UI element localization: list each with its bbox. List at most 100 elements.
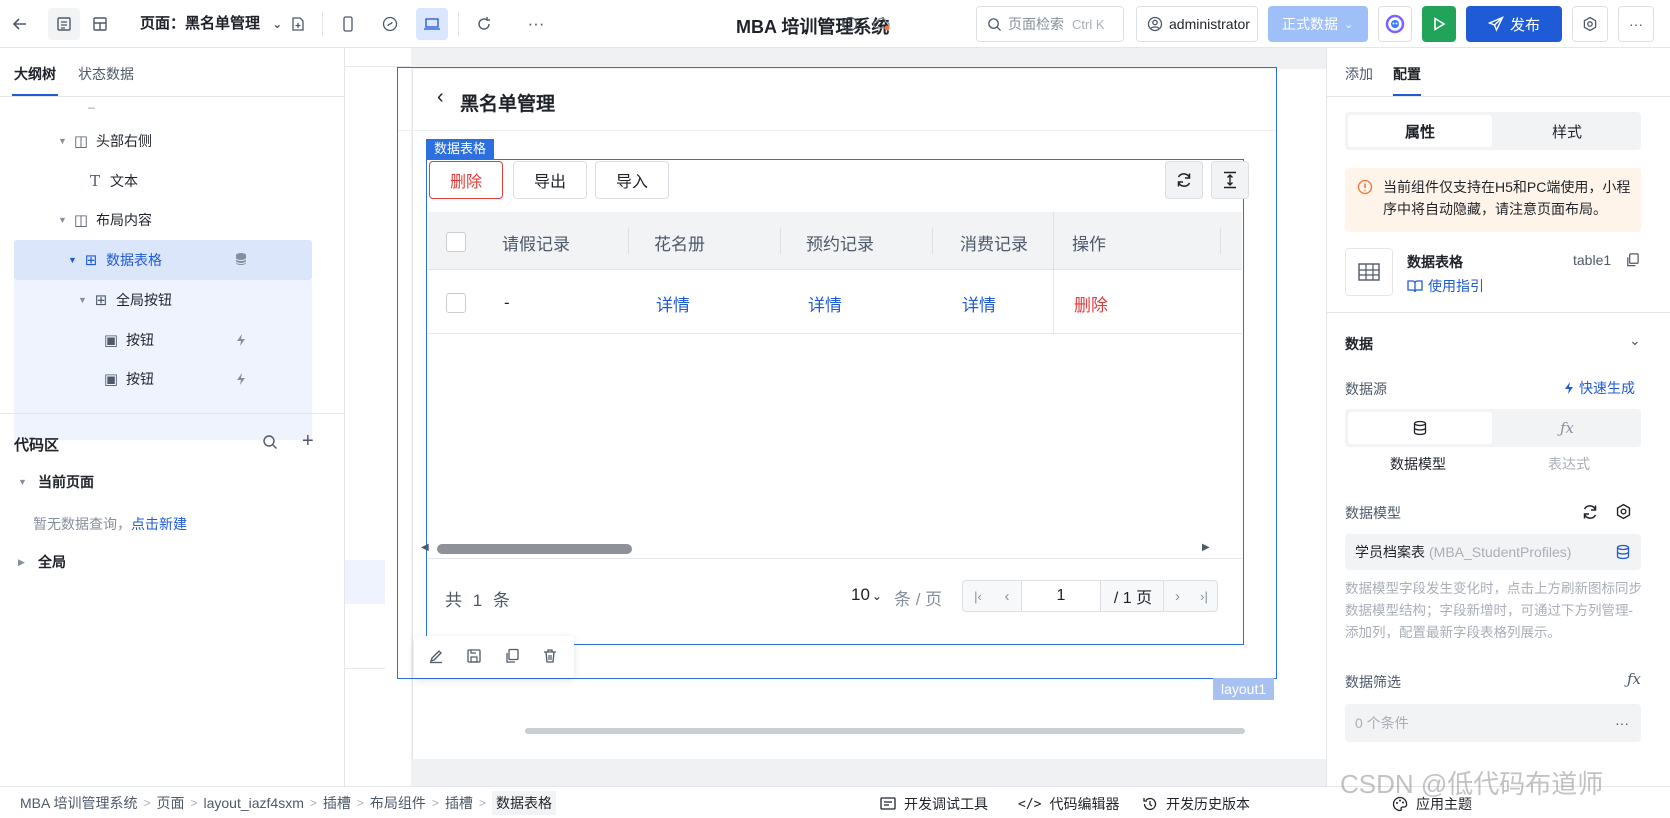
database-icon[interactable]: [234, 252, 248, 269]
tab-outline-tree[interactable]: 大纲树: [14, 64, 56, 84]
dev-tools-button[interactable]: 开发调试工具: [880, 794, 988, 814]
add-page-icon[interactable]: [282, 8, 314, 40]
tree-item-button[interactable]: ▣ 按钮: [102, 320, 154, 360]
export-button[interactable]: 导出: [513, 161, 587, 199]
tab-config[interactable]: 配置: [1393, 64, 1421, 84]
page-list-icon[interactable]: [48, 8, 80, 40]
refresh-icon[interactable]: [468, 8, 500, 40]
refresh-icon[interactable]: [1581, 503, 1599, 524]
detail-link[interactable]: 详情: [808, 270, 842, 336]
detail-link[interactable]: 详情: [962, 270, 996, 336]
breadcrumb-item[interactable]: 插槽: [323, 793, 351, 813]
first-page-icon[interactable]: |‹: [963, 581, 993, 611]
publish-button[interactable]: 发布: [1466, 6, 1562, 42]
breadcrumb-item-current[interactable]: 数据表格: [491, 790, 556, 815]
scroll-left-arrow-icon[interactable]: ◀: [421, 542, 429, 553]
data-model-select[interactable]: 学员档案表 (MBA_StudentProfiles): [1345, 534, 1641, 570]
last-page-icon[interactable]: ›|: [1191, 581, 1217, 611]
select-all-checkbox[interactable]: [446, 212, 466, 272]
breadcrumb-item[interactable]: layout_iazf4sxm: [204, 795, 304, 811]
tree-truncated-marker: –: [88, 100, 95, 114]
cell-leave-record: -: [504, 293, 510, 312]
column-header[interactable]: 请假记录: [502, 212, 570, 272]
run-button[interactable]: [1422, 6, 1456, 42]
user-button[interactable]: administrator: [1136, 6, 1258, 42]
copy-icon[interactable]: [504, 648, 520, 667]
prev-page-icon[interactable]: ‹: [993, 581, 1021, 611]
event-bolt-icon[interactable]: [234, 333, 248, 350]
usage-guide-link[interactable]: 使用指引: [1407, 276, 1484, 296]
page-search-input[interactable]: 页面检索 Ctrl K: [976, 6, 1124, 42]
tab-state-data[interactable]: 状态数据: [78, 64, 134, 84]
trash-icon[interactable]: [542, 648, 558, 667]
gear-icon[interactable]: [1615, 503, 1632, 523]
search-icon[interactable]: [262, 434, 278, 453]
subtab-style[interactable]: 样式: [1495, 115, 1639, 147]
subtab-properties[interactable]: 属性: [1348, 115, 1492, 147]
detail-link[interactable]: 详情: [656, 270, 690, 336]
event-bolt-icon[interactable]: [234, 372, 248, 389]
search-placeholder: 页面检索: [1008, 16, 1064, 32]
tab-add[interactable]: 添加: [1345, 64, 1373, 84]
row-height-button[interactable]: [1211, 161, 1249, 199]
global-group[interactable]: ▶ 全局: [18, 542, 66, 582]
ai-assistant-button[interactable]: [1378, 6, 1412, 42]
next-page-icon[interactable]: ›: [1163, 581, 1191, 611]
column-header[interactable]: 操作: [1072, 212, 1106, 272]
horizontal-scrollbar-thumb[interactable]: [437, 544, 632, 554]
datasource-model-option[interactable]: [1348, 412, 1492, 444]
delete-button[interactable]: 删除: [429, 161, 503, 199]
history-button[interactable]: 开发历史版本: [1142, 794, 1250, 814]
column-header[interactable]: 花名册: [654, 212, 705, 272]
more-horizontal-icon[interactable]: ···: [1615, 715, 1629, 731]
code-editor-button[interactable]: </> 代码编辑器: [1018, 794, 1119, 814]
env-selector[interactable]: 正式数据 ⌄: [1268, 6, 1368, 42]
import-button[interactable]: 导入: [595, 161, 669, 199]
copy-icon[interactable]: [1625, 252, 1640, 271]
canvas-scrollbar-thumb[interactable]: [525, 728, 1245, 734]
quick-generate-link[interactable]: 快速生成: [1563, 378, 1635, 398]
total-value: 1: [472, 591, 483, 610]
add-icon[interactable]: +: [302, 430, 314, 453]
page-back-icon[interactable]: ‹: [437, 86, 444, 109]
tree-item-button[interactable]: ▣ 按钮: [102, 359, 154, 399]
info-icon[interactable]: [834, 8, 866, 40]
pc-view-icon[interactable]: [416, 8, 448, 40]
page-input[interactable]: 1: [1021, 581, 1101, 611]
back-arrow-icon[interactable]: [4, 8, 36, 40]
more-horizontal-icon[interactable]: ···: [520, 8, 552, 40]
save-icon[interactable]: [466, 648, 482, 667]
breadcrumb-item[interactable]: 页面: [156, 793, 184, 813]
column-header[interactable]: 消费记录: [960, 212, 1028, 272]
current-page-group[interactable]: ▼ 当前页面: [18, 462, 94, 502]
settings-button[interactable]: [1572, 6, 1608, 42]
breadcrumb: MBA 培训管理系统 > 页面 > layout_iazf4sxm > 插槽 > 布局组…: [14, 790, 562, 815]
tree-item-data-table[interactable]: ▼ ⊞ 数据表格: [68, 240, 162, 280]
warning-icon: [1357, 179, 1373, 198]
data-filter-field[interactable]: 0 个条件 ···: [1345, 704, 1641, 742]
fx-icon[interactable]: ƒx: [1627, 670, 1641, 688]
fx-icon[interactable]: ƒx: [1495, 412, 1639, 444]
page-size-select[interactable]: 10 ⌄: [851, 585, 882, 605]
column-header[interactable]: 预约记录: [806, 212, 874, 272]
mobile-view-icon[interactable]: [332, 8, 364, 40]
layout-icon[interactable]: [84, 8, 116, 40]
cloud-status-icon[interactable]: [866, 8, 898, 40]
create-query-link[interactable]: 点击新建: [131, 516, 187, 532]
table-refresh-button[interactable]: [1165, 161, 1203, 199]
tree-item-text[interactable]: T 文本: [86, 161, 138, 201]
breadcrumb-item[interactable]: 布局组件: [370, 793, 426, 813]
scroll-right-arrow-icon[interactable]: ▶: [1202, 542, 1210, 553]
breadcrumb-item[interactable]: 插槽: [445, 793, 473, 813]
row-delete-link[interactable]: 删除: [1074, 270, 1108, 336]
page-selector[interactable]: 页面：黑名单管理 ⌄: [140, 12, 282, 33]
chevron-down-icon[interactable]: ⌄: [1629, 332, 1641, 349]
miniprogram-view-icon[interactable]: [374, 8, 406, 40]
more-menu-button[interactable]: ···: [1618, 6, 1654, 42]
edit-icon[interactable]: [428, 648, 444, 667]
tree-item-layout-content[interactable]: ▼ ◫ 布局内容: [58, 200, 152, 240]
row-checkbox[interactable]: [446, 270, 466, 336]
breadcrumb-item[interactable]: MBA 培训管理系统: [20, 793, 137, 813]
tree-item-header-right[interactable]: ▼ ◫ 头部右侧: [58, 121, 152, 161]
tree-item-global-buttons[interactable]: ▼ ⊞ 全局按钮: [78, 280, 172, 320]
